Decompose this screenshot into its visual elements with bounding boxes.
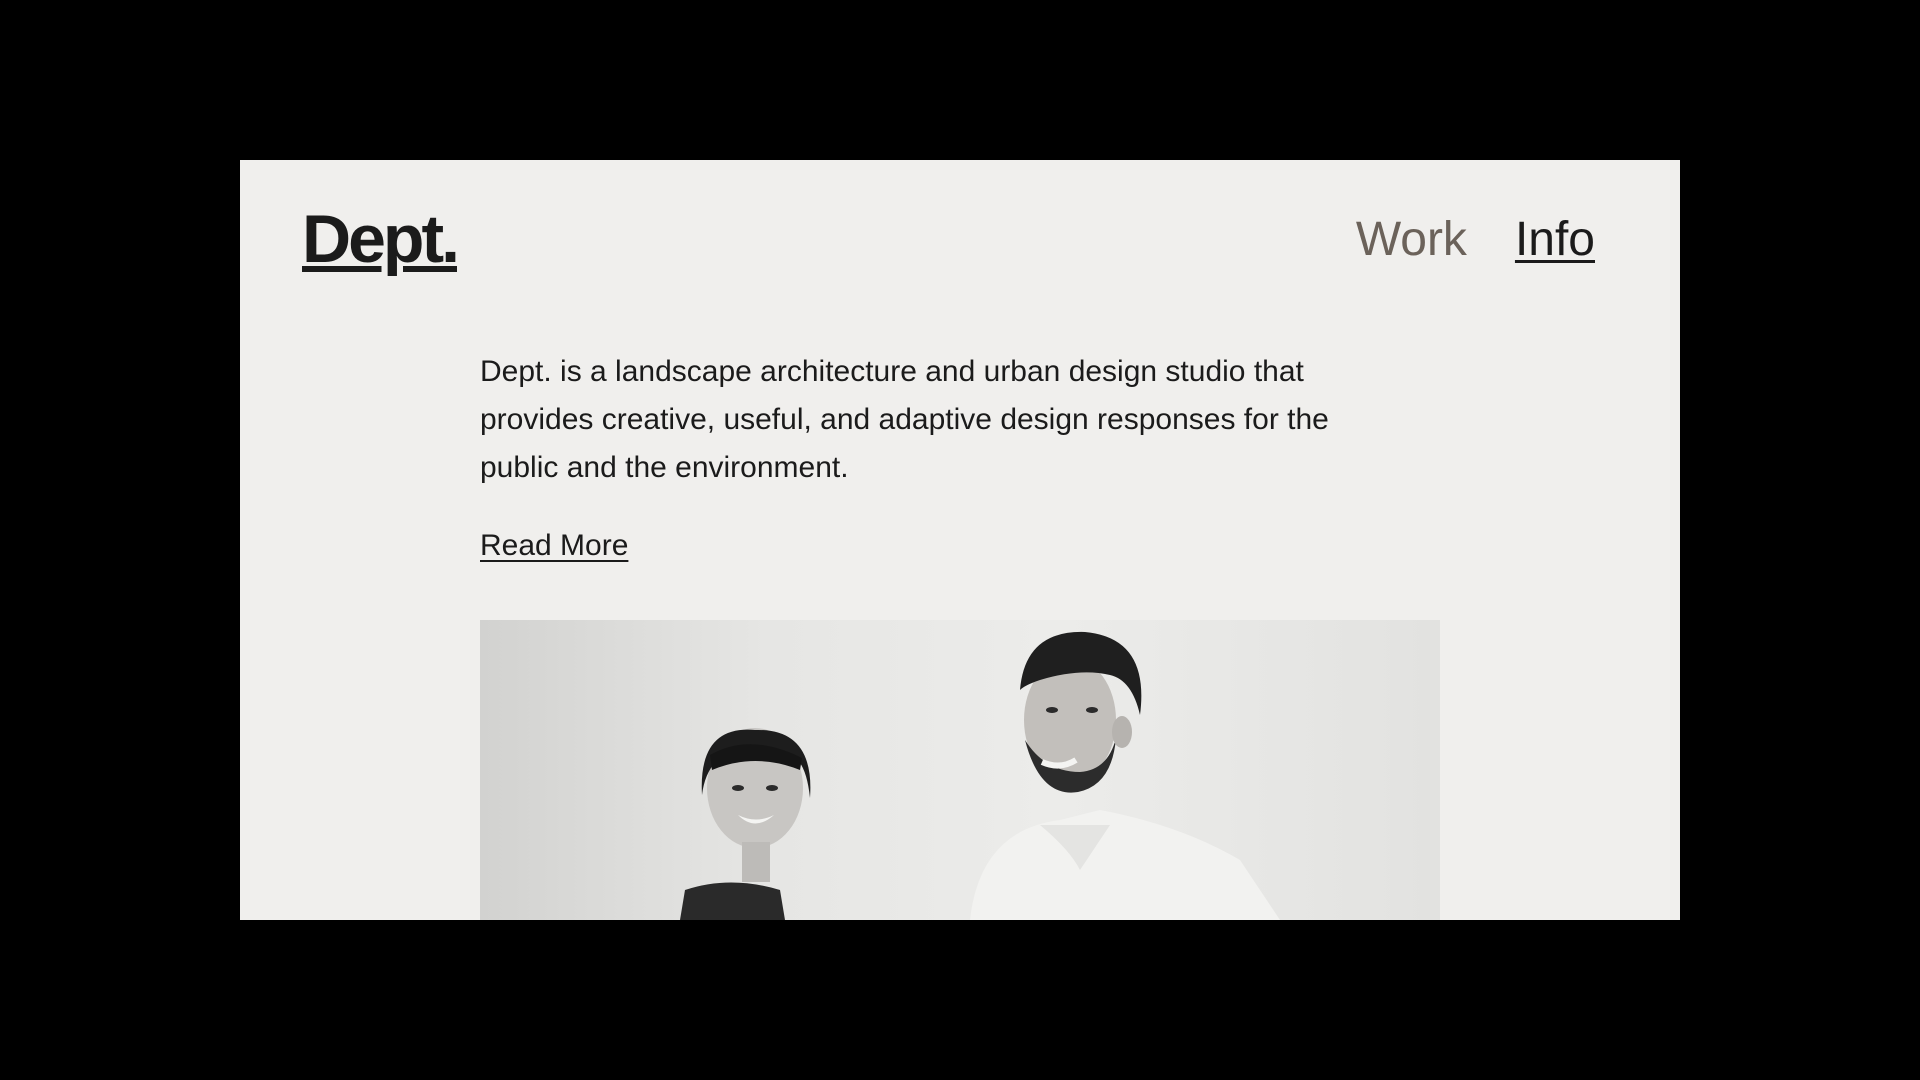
main-nav: Work Info (1356, 213, 1595, 267)
intro-paragraph: Dept. is a landscape architecture and ur… (480, 355, 1329, 484)
logo-link[interactable]: Dept. (302, 202, 460, 277)
page-container: Dept. Work Info Dept. is a landscape arc… (240, 160, 1680, 920)
read-more-link[interactable]: Read More (480, 526, 628, 566)
nav-item-info[interactable]: Info (1515, 213, 1595, 267)
nav-item-work[interactable]: Work (1356, 213, 1467, 267)
person-right-figure (970, 631, 1280, 920)
person-left-figure (680, 728, 811, 920)
team-photo (480, 620, 1440, 920)
